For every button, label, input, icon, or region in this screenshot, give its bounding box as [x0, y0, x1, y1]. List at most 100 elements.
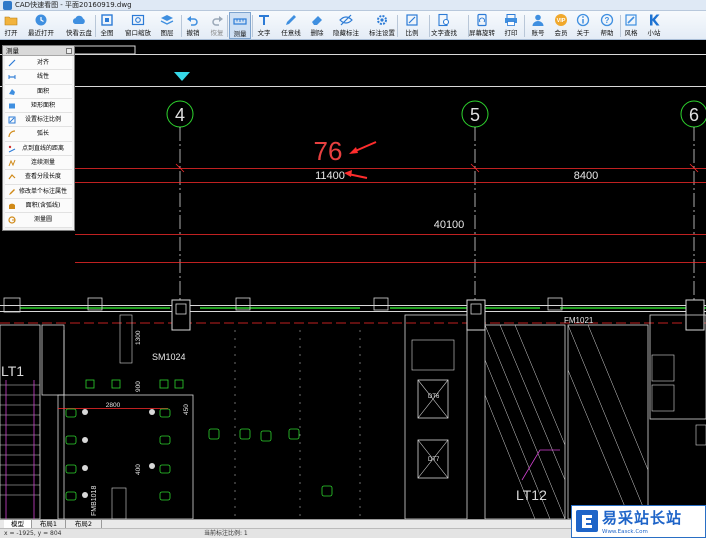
cursor-coordinates: x = -1925, y = 804 [4, 530, 62, 537]
dim-1300: 1300 [135, 330, 142, 345]
measure-item-area[interactable]: 面积 [5, 84, 72, 99]
measure-panel-header[interactable]: 测量 [3, 46, 74, 56]
measure-item-label: 连续测量 [30, 159, 55, 167]
measure-item-label: 设置标注比例 [24, 116, 61, 124]
dim-900: 900 [135, 381, 142, 392]
measure-item-continuous[interactable]: 连续测量 [5, 156, 72, 171]
user-icon [531, 13, 545, 27]
toolbar-button-fit-all[interactable]: 全图 [96, 12, 118, 39]
north-marker-icon [174, 72, 190, 81]
toolbar-button-eraser[interactable]: 删除 [306, 12, 328, 39]
toolbar-button-text[interactable]: 文字 [253, 12, 275, 39]
dim-2800: 2800 [106, 402, 121, 409]
measure-item-arc-area[interactable]: 面积(含弧线) [5, 198, 72, 214]
k-logo-icon [647, 13, 661, 27]
measure-item-label: 查看分段长度 [24, 173, 61, 181]
toolbar-separator [181, 15, 182, 37]
window-title: CAD快速看图 - 平面20160919.dwg [15, 1, 132, 9]
measure-panel-title: 测量 [6, 47, 19, 55]
toolbar-separator [95, 15, 96, 37]
drawing-canvas[interactable]: 4 5 6 76 11400 8400 40100 LT1 2800 SM102… [0, 41, 706, 519]
watermark-logo-icon [576, 510, 598, 532]
measure-item-scale-setting[interactable]: 设置标注比例 [5, 113, 72, 128]
toolbar-button-label: 隐藏标注 [333, 29, 359, 37]
folder-open-icon [4, 13, 18, 27]
measured-value-text: 76 [314, 136, 343, 166]
measure-item-label: 线性 [36, 73, 49, 81]
svg-text:VIP: VIP [557, 18, 566, 24]
toolbar-button-printer[interactable]: 打印 [500, 12, 522, 39]
toolbar-button-window-zoom[interactable]: 窗口缩放 [125, 12, 151, 39]
toolbar-button-layers[interactable]: 图层 [156, 12, 178, 39]
measure-item-label: 面积 [36, 87, 49, 95]
toolbar-separator [468, 15, 469, 37]
close-icon[interactable] [66, 48, 72, 54]
window-zoom-icon [131, 13, 145, 27]
column-5 [466, 299, 486, 331]
measure-item-arc[interactable]: 弧长 [5, 127, 72, 142]
measure-item-rect-area[interactable]: 矩形面积 [5, 98, 72, 114]
toolbar-button-k-logo[interactable]: 小站 [643, 12, 665, 39]
measure-item-circle-measure[interactable]: 测量圆 [5, 213, 72, 228]
scale-icon [405, 13, 419, 27]
measure-item-label: 修改单个标注属性 [18, 187, 67, 195]
measure-item-segment[interactable]: 查看分段长度 [5, 170, 72, 185]
watermark-text: 易采站长站 [602, 509, 683, 527]
room-label-fm1021: FM1021 [564, 316, 594, 325]
cad-drawing: 4 5 6 76 11400 8400 40100 LT1 2800 SM102… [0, 45, 706, 519]
measure-item-point-line[interactable]: 点到直线的距离 [5, 141, 72, 157]
annotation-scale-status: 当前标注比例: 1 [204, 530, 248, 537]
rotate-screen-icon [475, 13, 489, 27]
toolbar-button-text-search[interactable]: 文字查找 [431, 12, 457, 39]
toolbar-separator [252, 15, 253, 37]
toolbar-button-annotation-settings[interactable]: 标注设置 [369, 12, 395, 39]
watermark-url: Www.Easck.Com [602, 529, 648, 535]
toolbar-button-clock[interactable]: 最近打开 [28, 12, 54, 39]
dim-text-8400: 8400 [574, 170, 598, 182]
eye-hide-icon [339, 13, 353, 27]
toolbar-button-pen[interactable]: 任意线 [280, 12, 302, 39]
measure-ruler-icon [233, 14, 247, 28]
clock-icon [34, 13, 48, 27]
undo-icon [186, 13, 200, 27]
axis-label-4: 4 [175, 105, 185, 125]
toilet-room [57, 394, 194, 519]
printer-icon [504, 13, 518, 27]
room-label-dt6: DT6 [428, 394, 440, 400]
toolbar-button-scale[interactable]: 比例 [401, 12, 423, 39]
cloud-icon [72, 13, 86, 27]
eraser-icon [310, 13, 324, 27]
measure-item-linear[interactable]: 线性 [5, 70, 72, 85]
elevator-core [404, 314, 468, 519]
dim-400: 400 [135, 464, 142, 475]
measure-item-label: 矩形面积 [30, 101, 55, 109]
room-label-lt12: LT12 [516, 487, 547, 503]
measure-item-label: 弧长 [36, 130, 49, 138]
pen-icon [284, 13, 298, 27]
toolbar-button-label: 小站 [647, 29, 661, 37]
toolbar-button-label: 最近打开 [28, 29, 54, 37]
dim-text-40100: 40100 [434, 219, 465, 231]
annotation-settings-icon [375, 13, 389, 27]
redo-icon [210, 13, 224, 27]
toolbar-separator [429, 15, 430, 37]
toolbar-button-eye-hide[interactable]: 隐藏标注 [333, 12, 359, 39]
measure-item-edit-annotation[interactable]: 修改单个标注属性 [5, 184, 72, 199]
measure-item-list: 对齐线性面积矩形面积设置标注比例 弧长点到直线的距离连续测量查看分段长度 修改单个标… [3, 56, 74, 228]
title-bar: CAD快速看图 - 平面20160919.dwg [0, 0, 706, 11]
dim-text-11400: 11400 [315, 170, 345, 182]
toolbar-separator [524, 15, 525, 37]
help-icon: ? [600, 13, 614, 27]
measure-item-align[interactable]: 对齐 [5, 56, 72, 71]
room-label-sm1024: SM1024 [152, 352, 186, 362]
text-search-icon [437, 13, 451, 27]
toolbar-separator [397, 15, 398, 37]
column-4 [171, 299, 191, 331]
toolbar-button-folder-open[interactable]: 打开 [0, 12, 22, 39]
toolbar-button-rotate-screen[interactable]: 屏幕旋转 [469, 12, 495, 39]
text-icon [257, 13, 271, 27]
axis-label-5: 5 [470, 105, 480, 125]
room-label-dt7: DT7 [428, 457, 440, 463]
axis-label-6: 6 [689, 105, 699, 125]
toolbar-button-cloud[interactable]: 快看云盘 [66, 12, 92, 39]
